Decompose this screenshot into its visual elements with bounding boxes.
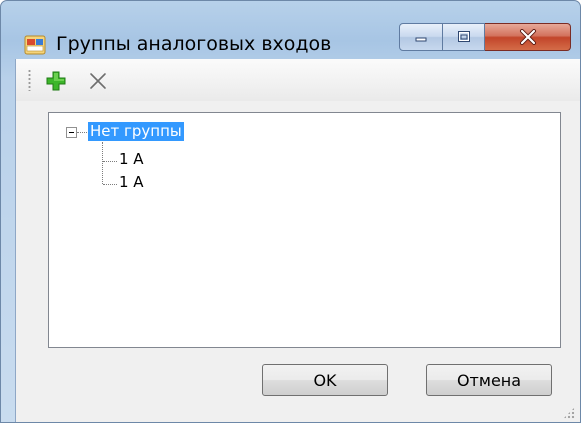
app-icon (24, 34, 46, 56)
minimize-icon (415, 37, 427, 42)
resize-grip[interactable] (563, 407, 575, 419)
dialog-client-area: Нет группы 1 A 1 A OK Отмена (15, 59, 580, 422)
toolbar (16, 59, 580, 101)
tree-node-child[interactable]: 1 A (119, 173, 144, 192)
title-bar[interactable]: Группы аналоговых входов (1, 1, 580, 57)
toolbar-grip[interactable] (28, 69, 31, 91)
maximize-button[interactable] (443, 23, 485, 51)
caption-buttons (399, 23, 571, 53)
add-plus-icon (46, 71, 66, 91)
minimize-button[interactable] (399, 23, 443, 51)
add-button[interactable] (42, 67, 70, 95)
dialog-window: Группы аналоговых входов Нет группы 1 A … (0, 0, 581, 423)
tree-connector (77, 132, 87, 133)
tree-connector (103, 184, 117, 185)
tree-connector (102, 142, 103, 184)
tree-node-root[interactable]: Нет группы (88, 122, 184, 141)
collapse-minus-icon[interactable] (66, 127, 77, 138)
maximize-icon (457, 31, 470, 42)
tree-connector (103, 161, 117, 162)
delete-button[interactable] (84, 67, 112, 95)
tree-node-child[interactable]: 1 A (119, 150, 144, 169)
groups-tree[interactable]: Нет группы 1 A 1 A (48, 112, 561, 348)
delete-x-icon (90, 73, 106, 89)
close-button[interactable] (485, 23, 571, 51)
close-icon (519, 29, 536, 45)
window-title: Группы аналоговых входов (56, 33, 332, 55)
cancel-button[interactable]: Отмена (426, 364, 552, 396)
ok-button[interactable]: OK (262, 364, 388, 396)
